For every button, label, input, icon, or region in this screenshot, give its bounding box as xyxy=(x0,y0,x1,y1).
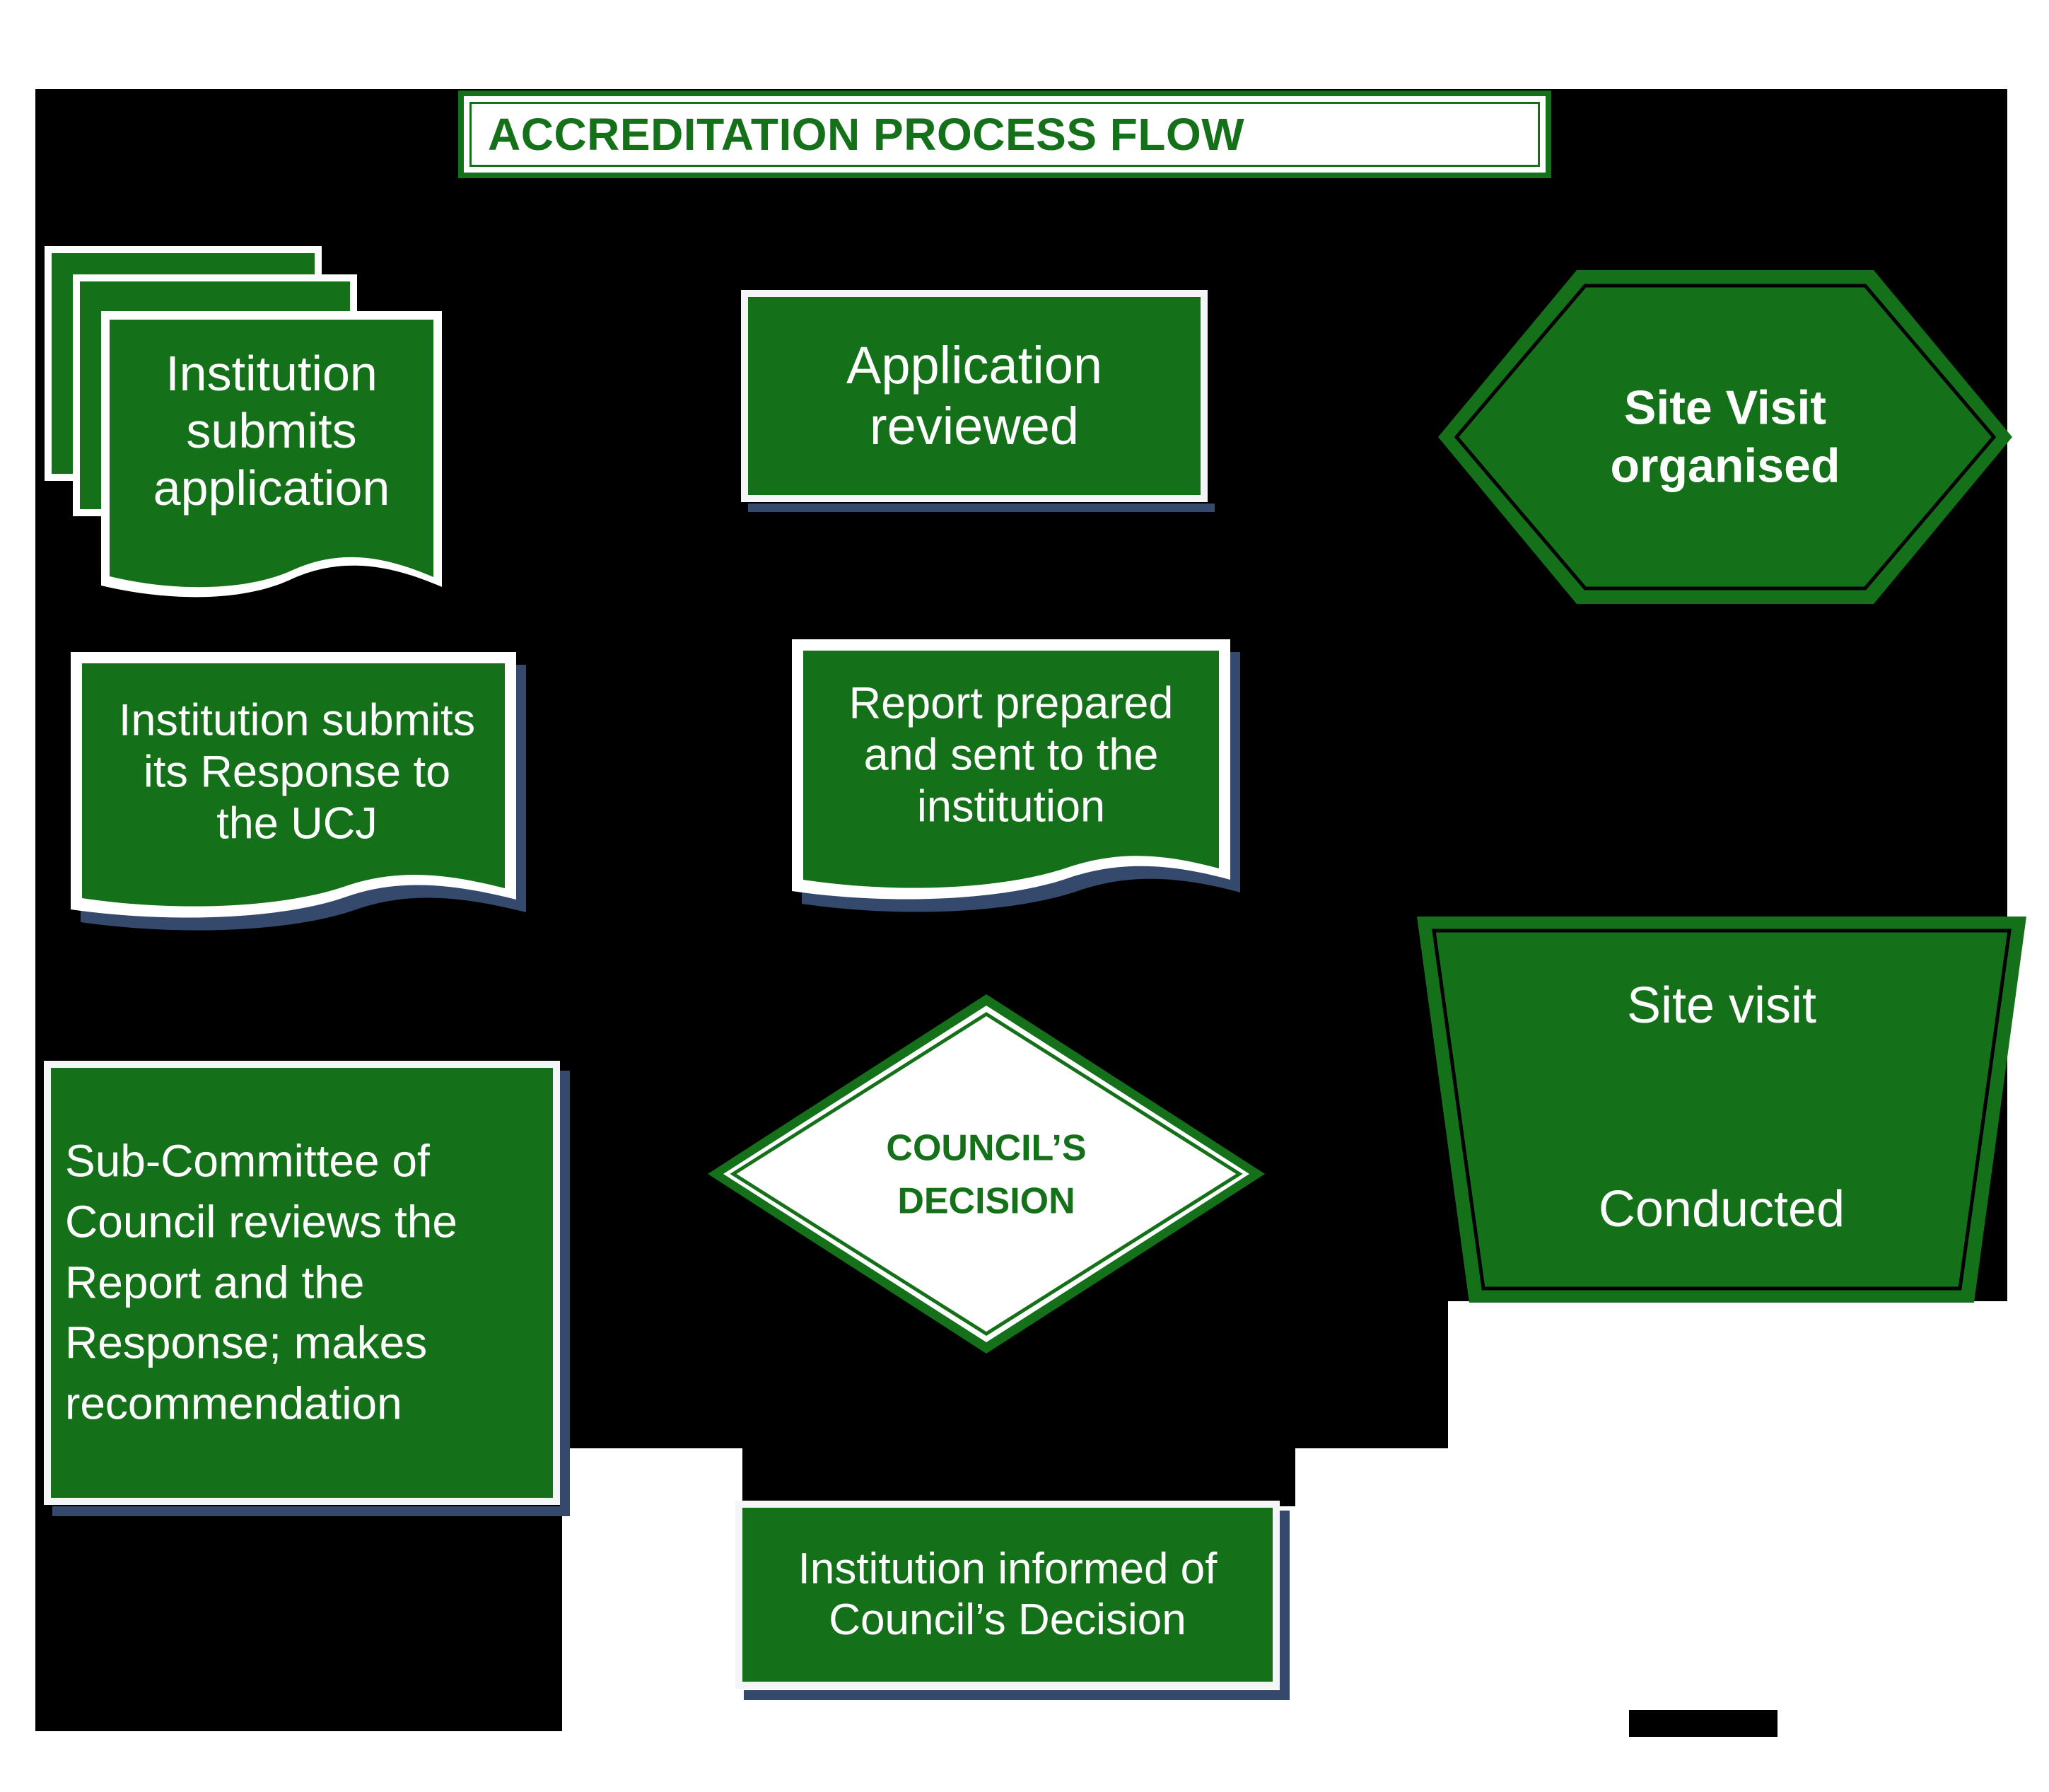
node-institution-informed-label: Institution informed of Council’s Decisi… xyxy=(798,1544,1218,1644)
node-institution-informed-shadow-right xyxy=(1280,1511,1290,1700)
black-bar-artifact xyxy=(1629,1710,1777,1737)
node-sub-committee-shadow xyxy=(52,1506,568,1516)
node-institution-informed[interactable]: Institution informed of Council’s Decisi… xyxy=(735,1501,1290,1700)
page-title: ACCREDITATION PROCESS FLOW xyxy=(458,91,1551,178)
node-institution-response[interactable]: Institution submits its Response to the … xyxy=(64,636,551,948)
node-submit-application-label: Institution submits application xyxy=(153,346,390,516)
flowchart-canvas: ACCREDITATION PROCESS FLOW Institution s… xyxy=(0,0,2049,1792)
node-site-visit-organised-label: Site Visit organised xyxy=(1610,380,1840,492)
node-sub-committee[interactable]: Sub-Committee of Council reviews the Rep… xyxy=(44,1061,570,1516)
node-report-prepared-label: Report prepared and sent to the institut… xyxy=(848,678,1174,832)
node-application-reviewed[interactable]: Application reviewed xyxy=(741,290,1215,512)
node-institution-response-label: Institution submits its Response to the … xyxy=(118,695,476,849)
node-councils-decision[interactable]: COUNCIL’S DECISION xyxy=(704,990,1269,1358)
node-councils-decision-label: COUNCIL’S DECISION xyxy=(886,1127,1087,1222)
node-application-reviewed-label: Application reviewed xyxy=(846,336,1102,455)
node-application-reviewed-shadow xyxy=(748,504,1215,512)
node-site-visit-organised[interactable]: Site Visit organised xyxy=(1435,267,2015,607)
node-sub-committee-shadow-right xyxy=(560,1071,570,1516)
node-institution-informed-shadow xyxy=(744,1690,1288,1700)
page-title-text: ACCREDITATION PROCESS FLOW xyxy=(488,108,1245,160)
node-submit-application[interactable]: Institution submits application xyxy=(39,233,491,636)
node-site-visit-conducted[interactable]: Site visit Conducted xyxy=(1414,912,2029,1308)
node-sub-committee-label: Sub-Committee of Council reviews the Rep… xyxy=(65,1135,457,1429)
node-report-prepared[interactable]: Report prepared and sent to the institut… xyxy=(785,628,1266,932)
node-site-visit-conducted-label: Site visit Conducted xyxy=(1598,977,1845,1238)
